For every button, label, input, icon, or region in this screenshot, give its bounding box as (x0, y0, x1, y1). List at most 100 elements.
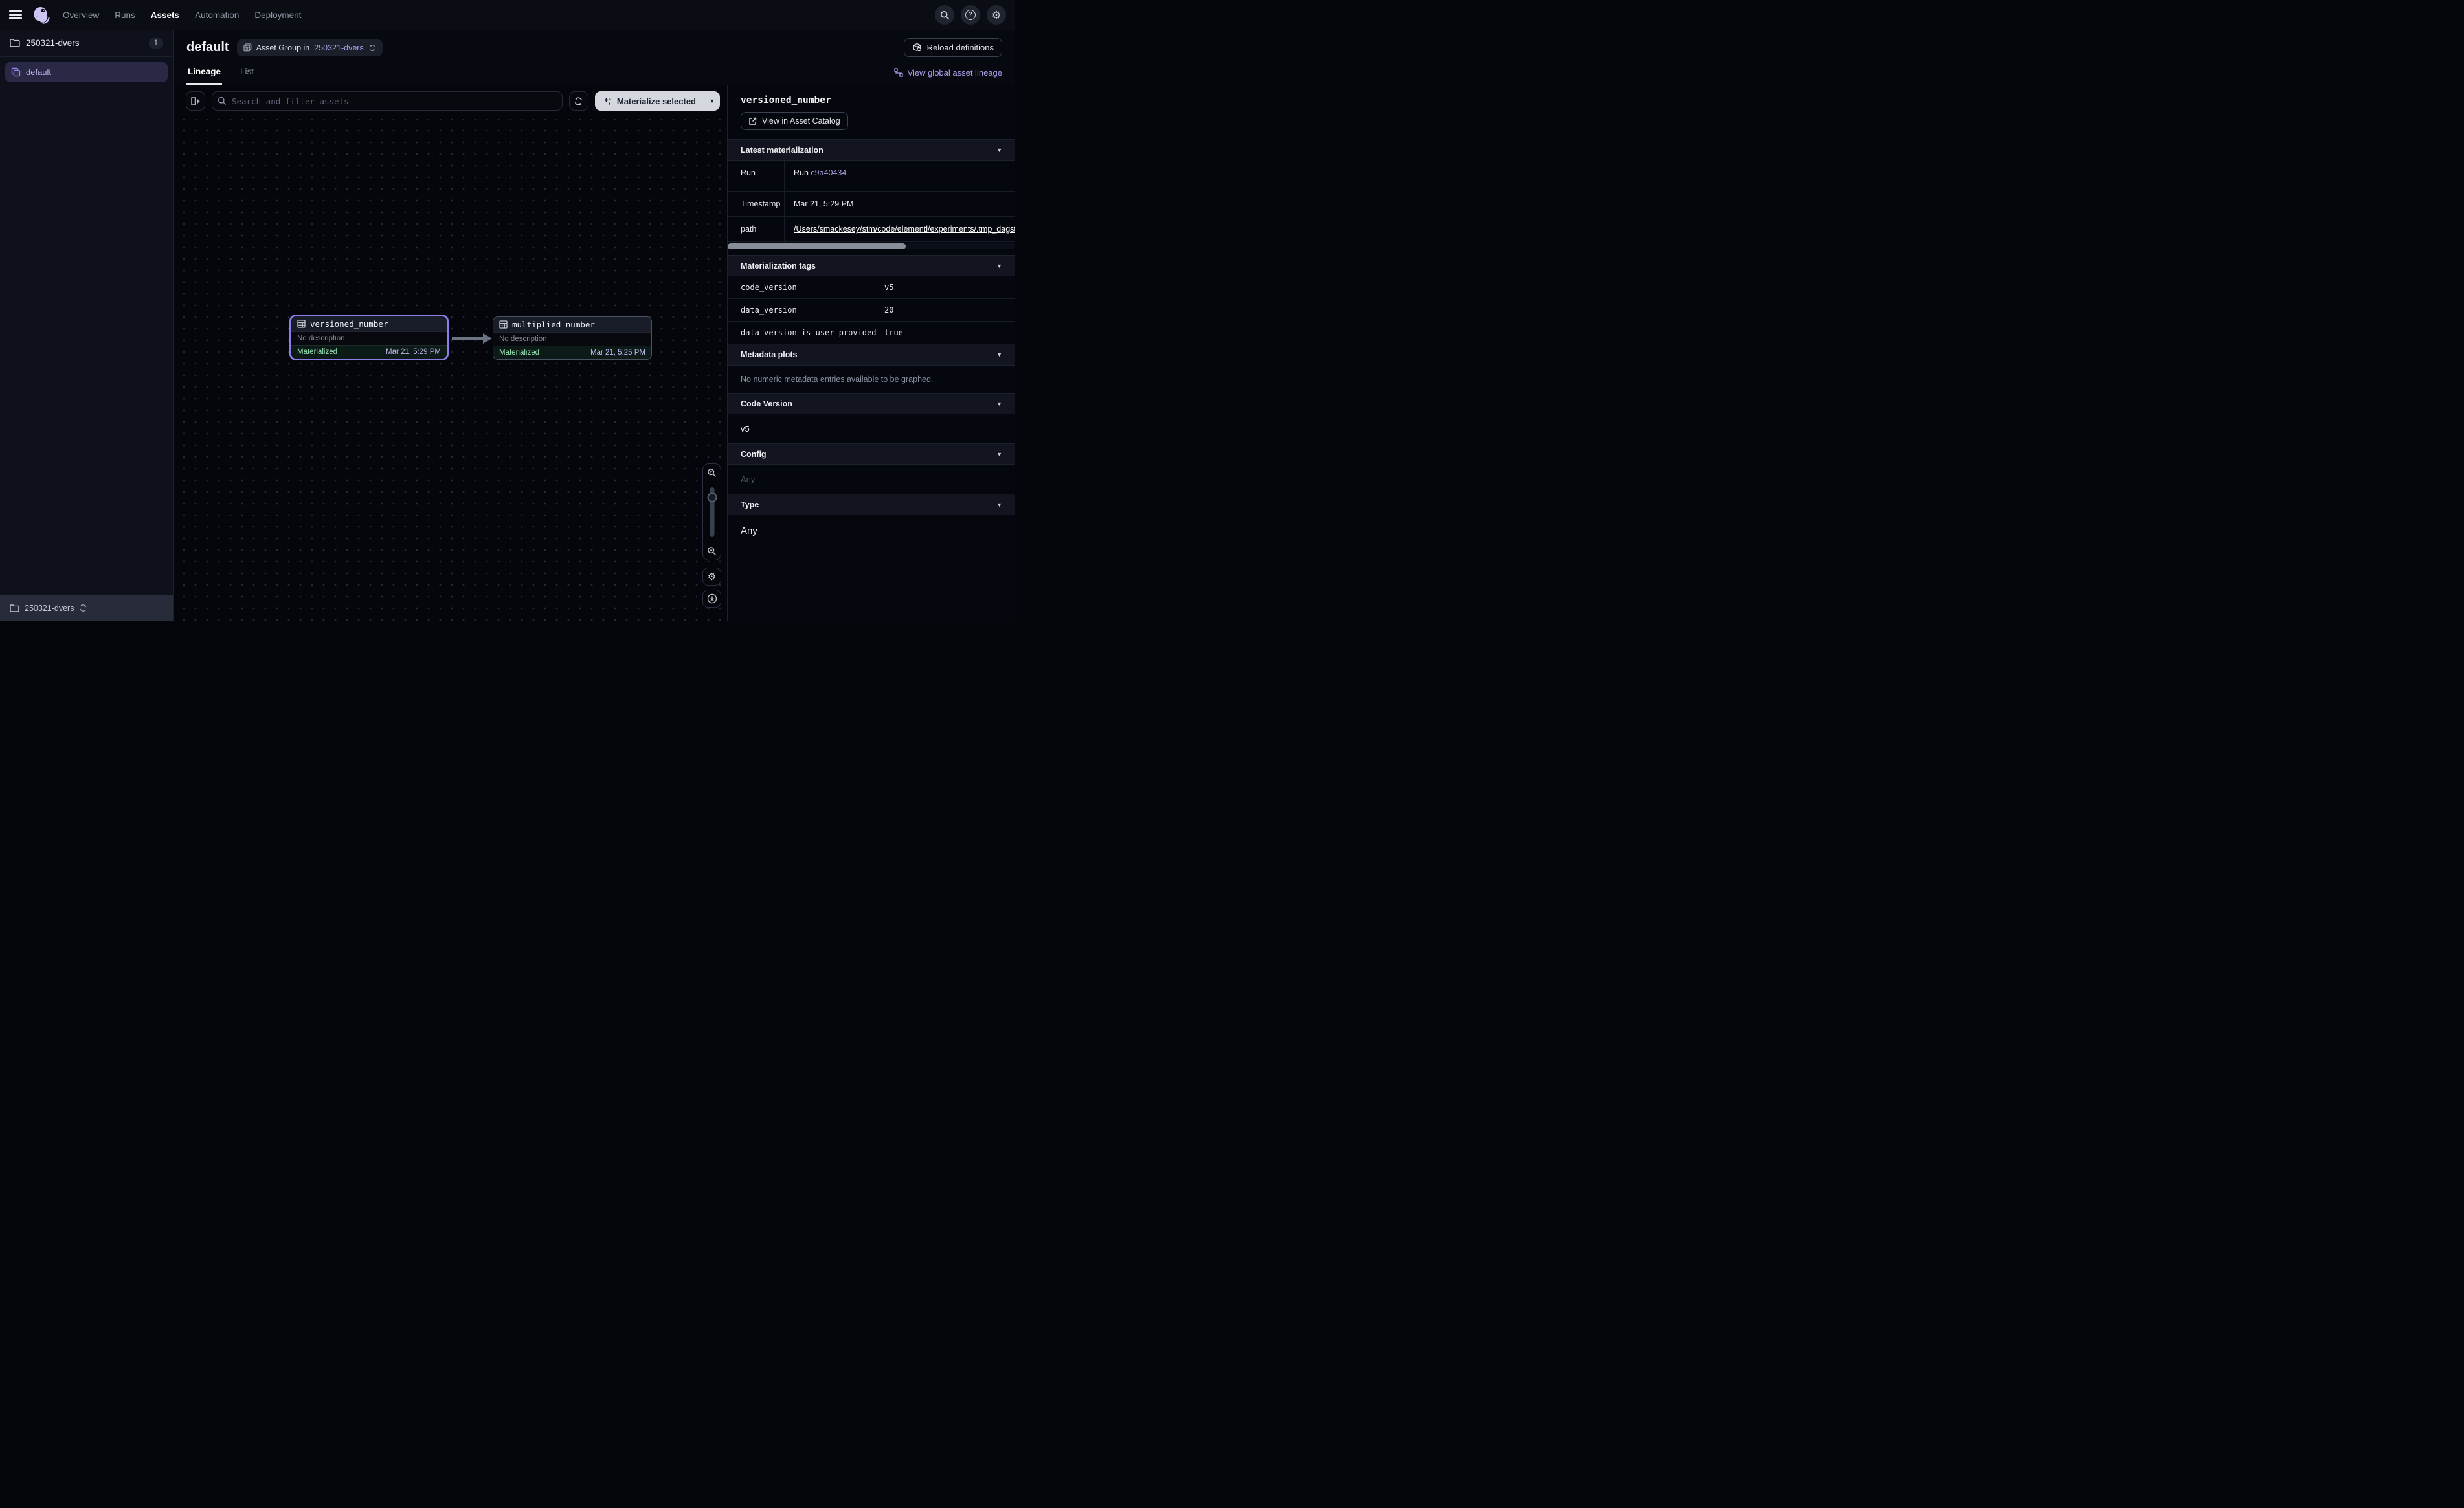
repo-asset-count-badge: 1 (149, 38, 163, 49)
lineage-graph-canvas[interactable]: Materialize selected ▾ versioned_number (174, 85, 727, 621)
chevron-down-icon: ▼ (996, 351, 1002, 358)
reload-definitions-button[interactable]: Reload definitions (904, 38, 1002, 57)
section-title: Type (741, 500, 759, 509)
graph-settings-button[interactable]: ⚙ (702, 568, 721, 586)
tag-value: 20 (875, 299, 899, 321)
settings-button[interactable]: ⚙ (987, 5, 1006, 25)
top-navigation-bar: Overview Runs Assets Automation Deployme… (0, 0, 1015, 30)
tag-key: code_version (728, 276, 875, 298)
timestamp-row: Timestamp Mar 21, 5:29 PM (728, 192, 1015, 217)
nav-item-runs[interactable]: Runs (115, 10, 135, 20)
main-nav: Overview Runs Assets Automation Deployme… (63, 10, 301, 20)
search-input[interactable] (212, 91, 563, 111)
run-id-link[interactable]: c9a40434 (811, 168, 846, 177)
panel-expand-icon (191, 97, 201, 105)
table-icon (243, 43, 252, 52)
nav-item-automation[interactable]: Automation (195, 10, 239, 20)
tab-lineage[interactable]: Lineage (186, 60, 222, 85)
nav-item-deployment[interactable]: Deployment (254, 10, 301, 20)
table-icon (499, 320, 508, 329)
tag-key: data_version (728, 299, 875, 321)
asset-sidebar: 250321-dvers 1 default 250321-dvers (0, 30, 174, 621)
badge-repo-link[interactable]: 250321-dvers (314, 43, 363, 52)
nav-item-overview[interactable]: Overview (63, 10, 99, 20)
sidebar-item-default-group[interactable]: default (5, 62, 168, 82)
dagster-logo-icon[interactable] (32, 6, 50, 24)
asset-node-status-row: Materialized Mar 21, 5:29 PM (291, 345, 447, 359)
asset-node-name: versioned_number (310, 319, 388, 329)
page-title: default (186, 40, 229, 55)
scrollbar-thumb[interactable] (728, 243, 906, 249)
section-title: Code Version (741, 399, 792, 408)
zoom-slider[interactable] (703, 482, 721, 542)
tab-list[interactable]: List (239, 60, 255, 85)
group-label: default (26, 67, 51, 77)
section-config[interactable]: Config ▼ (728, 443, 1015, 465)
run-prefix: Run (794, 168, 809, 177)
materialization-time: Mar 21, 5:25 PM (590, 349, 645, 357)
view-in-asset-catalog-button[interactable]: View in Asset Catalog (741, 112, 848, 130)
tag-row: data_version_is_user_provided true (728, 322, 1015, 344)
path-link[interactable]: /Users/smackesey/stm/code/elementl/exper… (794, 225, 1015, 234)
section-materialization-tags[interactable]: Materialization tags ▼ (728, 255, 1015, 276)
section-title: Config (741, 450, 767, 459)
sparkles-icon (603, 96, 612, 106)
sync-icon (574, 96, 583, 106)
download-graph-button[interactable] (702, 590, 721, 608)
view-global-asset-lineage-label: View global asset lineage (908, 68, 1002, 78)
folder-icon (10, 39, 20, 47)
badge-prefix: Asset Group in (256, 43, 310, 52)
tag-row: code_version v5 (728, 276, 1015, 299)
zoom-in-button[interactable] (703, 464, 721, 482)
sidebar-repo-row[interactable]: 250321-dvers 1 (0, 30, 173, 57)
asset-node-description: No description (493, 332, 651, 346)
lineage-graph-icon (894, 68, 903, 77)
zoom-out-button[interactable] (703, 542, 721, 560)
panel-horizontal-scrollbar[interactable] (728, 243, 1015, 249)
refresh-graph-button[interactable] (569, 91, 588, 111)
asset-search (212, 91, 563, 111)
expand-sidebar-button[interactable] (186, 91, 205, 111)
chevron-down-icon: ▼ (996, 401, 1002, 407)
code-version-value: v5 (728, 414, 1015, 443)
help-button[interactable]: ? (961, 5, 980, 25)
asset-group-icon (11, 67, 21, 77)
nav-item-assets[interactable]: Assets (151, 10, 179, 20)
footer-repo-name: 250321-dvers (25, 604, 74, 613)
path-row-label: path (728, 217, 785, 241)
graph-dot-grid (174, 119, 727, 621)
zoom-in-icon (707, 468, 717, 478)
page-header: default Asset Group in 250321-dvers Relo… (174, 30, 1015, 60)
asset-node-multiplied-number[interactable]: multiplied_number No description Materia… (493, 316, 652, 360)
section-metadata-plots[interactable]: Metadata plots ▼ (728, 344, 1015, 366)
type-value: Any (728, 515, 1015, 547)
materialize-dropdown-caret[interactable]: ▾ (704, 91, 720, 111)
materialize-selected-button[interactable]: Materialize selected (595, 91, 704, 111)
section-type[interactable]: Type ▼ (728, 494, 1015, 515)
config-value: Any (728, 465, 1015, 494)
search-button[interactable] (935, 5, 954, 25)
chevron-down-icon: ▼ (996, 147, 1002, 153)
zoom-controls (702, 463, 721, 560)
external-link-icon (748, 117, 757, 126)
metadata-plots-empty-message: No numeric metadata entries available to… (728, 366, 1015, 393)
gear-icon: ⚙ (991, 10, 1001, 21)
section-latest-materialization[interactable]: Latest materialization ▼ (728, 139, 1015, 161)
chevron-down-icon: ▼ (996, 502, 1002, 508)
zoom-slider-thumb[interactable] (707, 493, 717, 502)
tag-value: true (875, 322, 908, 344)
search-icon (940, 10, 950, 20)
topbar-actions: ? ⚙ (935, 5, 1006, 25)
materialize-selected-label: Materialize selected (617, 96, 696, 106)
section-title: Metadata plots (741, 350, 798, 359)
graph-toolbar: Materialize selected ▾ (186, 91, 720, 111)
hamburger-menu-icon[interactable] (9, 10, 22, 19)
sidebar-footer[interactable]: 250321-dvers (0, 595, 173, 621)
reload-icon[interactable] (79, 604, 87, 612)
section-code-version[interactable]: Code Version ▼ (728, 393, 1015, 414)
view-global-asset-lineage-link[interactable]: View global asset lineage (894, 68, 1002, 78)
sync-icon[interactable] (368, 44, 376, 52)
asset-node-versioned-number[interactable]: versioned_number No description Material… (289, 315, 449, 360)
reload-definitions-label: Reload definitions (927, 43, 994, 52)
asset-node-description: No description (291, 331, 447, 345)
